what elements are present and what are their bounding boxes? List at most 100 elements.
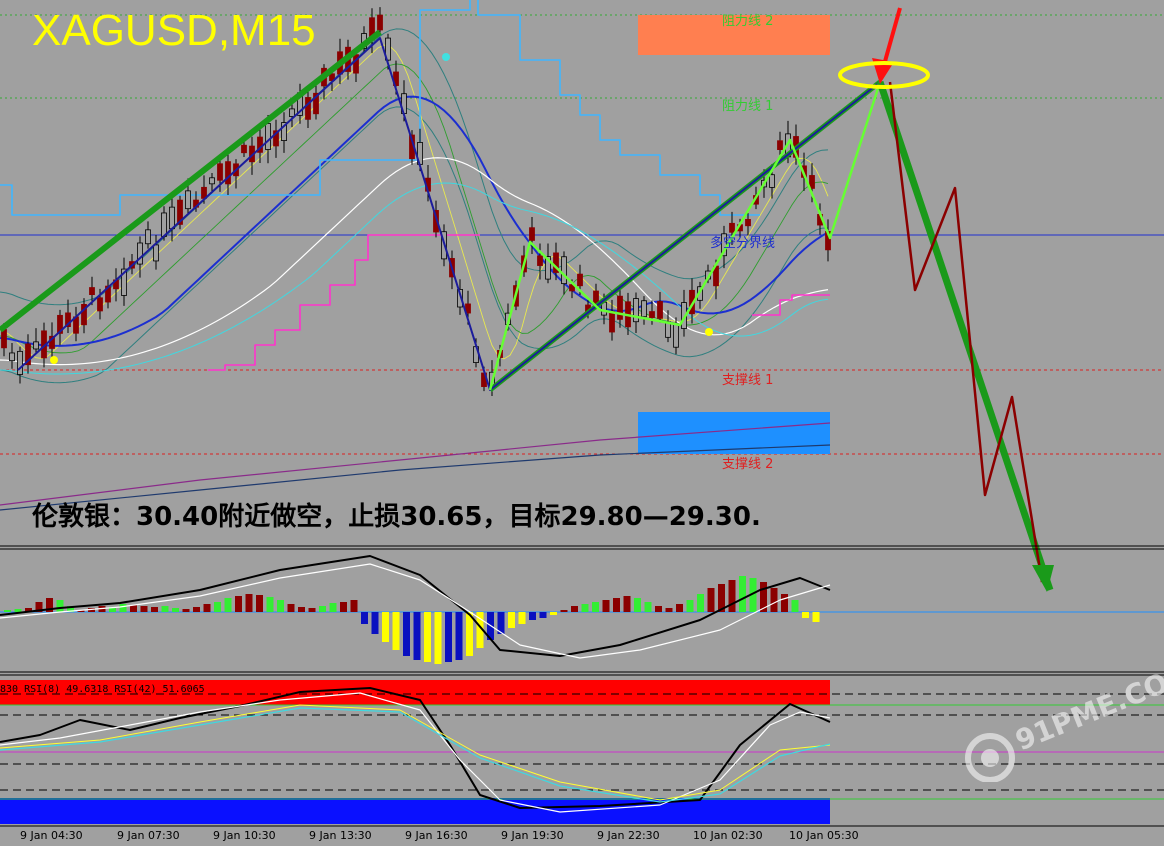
macd-histogram-bar bbox=[119, 604, 127, 612]
candle-body bbox=[641, 300, 647, 318]
resistance-1-label: 阻力线 1 bbox=[722, 99, 774, 114]
candle-body bbox=[153, 244, 159, 262]
macd-histogram-bar bbox=[613, 598, 620, 612]
candle-body bbox=[145, 229, 151, 245]
macd-histogram-bar bbox=[434, 612, 442, 664]
resistance-2-label: 阻力线 2 bbox=[722, 14, 774, 29]
x-tick: 10 Jan 02:30 bbox=[693, 829, 763, 842]
candle-body bbox=[769, 174, 775, 188]
support-2-label: 支撑线 2 bbox=[722, 457, 774, 472]
x-tick: 9 Jan 13:30 bbox=[309, 829, 372, 842]
support-zone-box bbox=[638, 412, 830, 454]
macd-histogram-bar bbox=[203, 604, 211, 612]
macd-histogram-bar bbox=[697, 594, 704, 612]
macd-histogram-bar bbox=[182, 609, 190, 612]
macd-histogram-bar bbox=[728, 580, 736, 612]
macd-histogram-bar bbox=[277, 600, 284, 612]
macd-histogram-bar bbox=[224, 598, 232, 612]
trend-step-magenta-2 bbox=[752, 294, 830, 316]
macd-histogram-bar bbox=[287, 604, 295, 612]
macd-histogram-bar bbox=[413, 612, 421, 660]
candle-body bbox=[265, 123, 271, 150]
macd-histogram-bar bbox=[172, 608, 179, 612]
candle-body bbox=[305, 97, 311, 120]
rsi-label: 830 RSI(8) 49.6318 RSI(42) 51.6065 bbox=[0, 684, 205, 695]
macd-histogram-bar bbox=[214, 602, 221, 612]
macd-histogram-bar bbox=[602, 600, 610, 612]
macd-histogram-bar bbox=[329, 603, 337, 612]
macd-histogram-bar bbox=[707, 588, 715, 612]
macd-histogram-bar bbox=[812, 612, 820, 622]
macd-histogram-bar bbox=[4, 610, 11, 612]
macd-histogram-bar bbox=[791, 600, 799, 612]
macd-histogram-bar bbox=[235, 596, 242, 612]
candle-body bbox=[729, 222, 735, 233]
rsi-cyan bbox=[0, 707, 831, 803]
macd-histogram-bar bbox=[560, 610, 568, 612]
rsi-oversold-band bbox=[0, 798, 830, 824]
candle-body bbox=[225, 161, 231, 185]
candle-body bbox=[185, 190, 191, 210]
macd-histogram-bar bbox=[770, 588, 778, 612]
macd-histogram-bar bbox=[193, 607, 200, 612]
macd-histogram-bar bbox=[14, 609, 22, 612]
x-tick: 9 Jan 16:30 bbox=[405, 829, 468, 842]
candle-body bbox=[97, 297, 103, 312]
macd-histogram-bar bbox=[676, 604, 683, 612]
candle-body bbox=[649, 311, 655, 318]
candle-body bbox=[529, 227, 535, 241]
macd-histogram-bar bbox=[424, 612, 431, 662]
macd-histogram-bar bbox=[571, 606, 578, 612]
candle-body bbox=[33, 341, 39, 350]
macd-histogram-bar bbox=[518, 612, 526, 624]
candle-body bbox=[161, 212, 167, 237]
macd-histogram-bar bbox=[739, 576, 746, 612]
candle-body bbox=[617, 295, 623, 320]
macd-histogram-bar bbox=[445, 612, 452, 662]
macd-histogram-bar bbox=[361, 612, 368, 624]
macd-histogram-bar bbox=[308, 608, 316, 612]
x-tick: 9 Jan 19:30 bbox=[501, 829, 564, 842]
x-tick: 9 Jan 04:30 bbox=[20, 829, 83, 842]
trend-step-magenta bbox=[208, 234, 480, 371]
macd-histogram-bar bbox=[634, 598, 641, 612]
macd-histogram-bar bbox=[665, 608, 673, 612]
fractal-dot bbox=[442, 53, 450, 61]
macd-histogram-bar bbox=[245, 594, 253, 612]
candle-body bbox=[17, 350, 23, 375]
macd-histogram-bar bbox=[508, 612, 515, 628]
macd-histogram-bar bbox=[298, 607, 305, 612]
macd-histogram-bar bbox=[371, 612, 379, 634]
candle-body bbox=[217, 163, 223, 181]
trend-channel-thick-1 bbox=[0, 29, 382, 333]
macd-histogram-bar bbox=[319, 606, 326, 612]
candle-body bbox=[209, 177, 215, 185]
macd-histogram-bar bbox=[655, 606, 662, 612]
x-tick: 9 Jan 10:30 bbox=[213, 829, 276, 842]
ma-green bbox=[0, 63, 829, 354]
macd-histogram-bar bbox=[686, 600, 694, 612]
candle-body bbox=[577, 273, 583, 287]
candle-body bbox=[9, 352, 15, 362]
candle-body bbox=[89, 287, 95, 295]
macd-histogram-bar bbox=[403, 612, 410, 656]
x-tick: 9 Jan 22:30 bbox=[597, 829, 660, 842]
macd-histogram-bar bbox=[350, 600, 358, 612]
macd-histogram-bar bbox=[392, 612, 400, 650]
macd-histogram-bar bbox=[623, 596, 631, 612]
bull-bear-line-label: 多空分界线 bbox=[710, 236, 776, 251]
macd-histogram-bar bbox=[151, 607, 158, 612]
candle-body bbox=[537, 255, 543, 266]
candle-body bbox=[377, 14, 383, 31]
macd-histogram-bar bbox=[256, 595, 263, 612]
macd-histogram-bar bbox=[550, 612, 557, 615]
x-tick: 9 Jan 07:30 bbox=[117, 829, 180, 842]
macd-panel bbox=[0, 555, 1164, 664]
candle-body bbox=[609, 310, 615, 333]
candle-body bbox=[745, 219, 751, 227]
macd-histogram-bar bbox=[161, 606, 169, 612]
macd-histogram-bar bbox=[539, 612, 547, 618]
forecast-thick bbox=[876, 80, 1054, 592]
fractal-dot bbox=[705, 328, 713, 336]
candle-body bbox=[241, 144, 247, 154]
